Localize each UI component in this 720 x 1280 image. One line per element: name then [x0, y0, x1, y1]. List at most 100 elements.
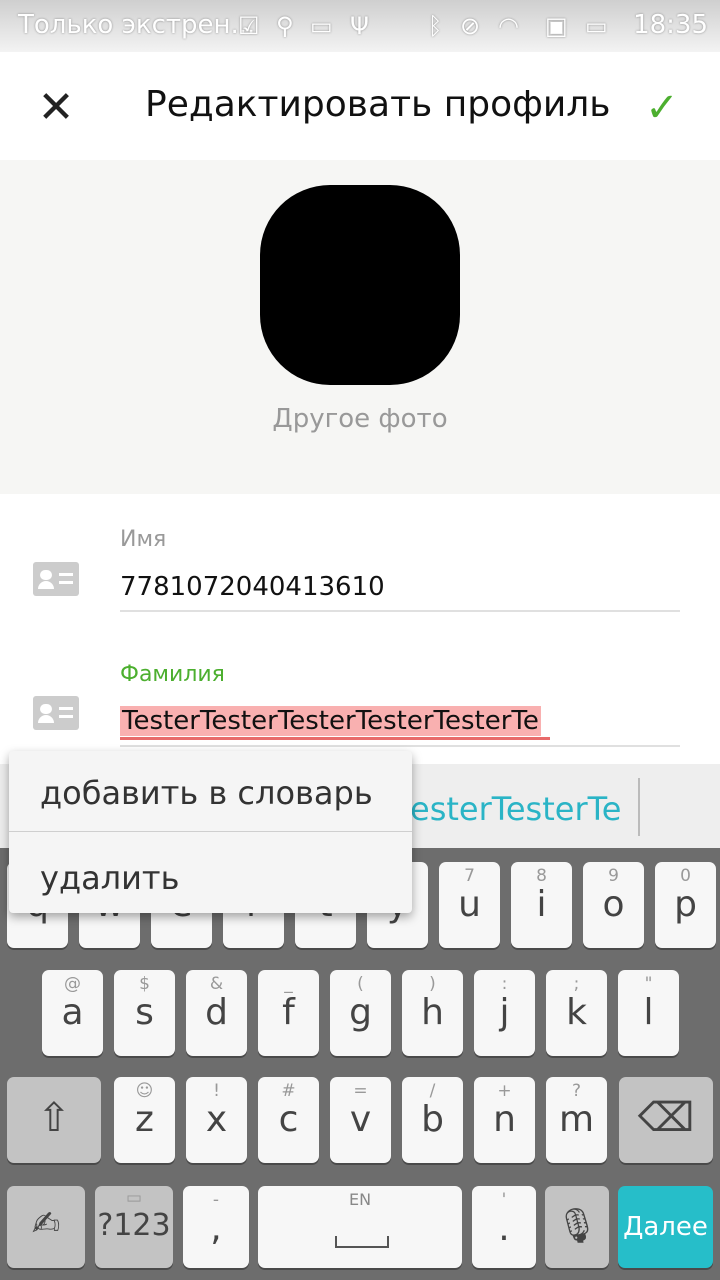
- key-n[interactable]: + n: [474, 1077, 535, 1163]
- avatar[interactable]: [260, 185, 460, 385]
- key-v[interactable]: = v: [330, 1077, 391, 1163]
- key-b[interactable]: / b: [402, 1077, 463, 1163]
- change-photo-button[interactable]: Другое фото: [0, 404, 720, 434]
- battery-icon: ▭: [585, 12, 608, 40]
- surname-field[interactable]: TesterTesterTesterTesterTesterTe: [120, 706, 541, 736]
- key-x[interactable]: ! x: [186, 1077, 247, 1163]
- key-b-sub: /: [429, 1081, 436, 1101]
- contact-card-icon: [33, 696, 79, 730]
- usb-icon: Ψ: [350, 12, 369, 40]
- key-c[interactable]: # c: [258, 1077, 319, 1163]
- bluetooth-icon: ᛒ: [428, 12, 443, 40]
- key-v-label: v: [349, 1099, 372, 1140]
- status-time: 18:35: [633, 10, 708, 40]
- spellcheck-popup-menu: добавить в словарь удалить: [9, 751, 412, 913]
- key-u[interactable]: 7u: [439, 862, 500, 948]
- name-field[interactable]: 7781072040413610: [120, 572, 385, 602]
- key-o[interactable]: 9o: [583, 862, 644, 948]
- key-u-sub: 7: [464, 866, 475, 886]
- key-f[interactable]: _ f: [258, 970, 319, 1056]
- comma-key[interactable]: - ,: [183, 1186, 249, 1268]
- next-button[interactable]: Далее: [618, 1186, 713, 1268]
- space-bar-glyph: [335, 1236, 389, 1248]
- gesture-key[interactable]: ✍: [7, 1186, 85, 1268]
- key-j-sub: :: [501, 974, 508, 994]
- shift-icon: ⇧: [37, 1095, 71, 1141]
- gesture-icon: ✍: [31, 1204, 61, 1244]
- backspace-icon: ⌫: [637, 1095, 695, 1141]
- spellcheck-underline: [120, 737, 550, 740]
- key-n-sub: +: [497, 1081, 512, 1101]
- check-icon[interactable]: ✓: [632, 80, 692, 136]
- mic-key[interactable]: 🎙: [545, 1186, 609, 1268]
- symbols-key[interactable]: ▭ ?123: [95, 1186, 173, 1268]
- emoji-hint-icon: ▭: [125, 1188, 143, 1208]
- surname-label: Фамилия: [120, 662, 225, 687]
- key-s[interactable]: $ s: [114, 970, 175, 1056]
- key-x-label: x: [205, 1099, 228, 1140]
- key-x-sub: !: [213, 1081, 220, 1101]
- space-key-label: EN: [348, 1190, 372, 1209]
- key-c-label: c: [278, 1099, 299, 1140]
- symbols-key-label: ?123: [97, 1208, 171, 1243]
- key-h-sub: ): [429, 974, 436, 994]
- key-k[interactable]: ; k: [546, 970, 607, 1056]
- status-bar: Только экстрен... ☑ ⚲ ▭ Ψ ᛒ ⊘ ◠ ▣ ▭ 18:3…: [0, 0, 720, 52]
- page-title: Редактировать профиль: [145, 84, 611, 125]
- key-z[interactable]: ☺ z: [114, 1077, 175, 1163]
- key-v-sub: =: [353, 1081, 368, 1101]
- key-a-label: a: [61, 992, 84, 1033]
- key-h[interactable]: ) h: [402, 970, 463, 1056]
- key-z-sub: ☺: [135, 1081, 154, 1101]
- key-d[interactable]: & d: [186, 970, 247, 1056]
- mute-icon: ⊘: [460, 12, 481, 40]
- contact-card-icon: [33, 562, 79, 596]
- status-carrier-text: Только экстрен...: [18, 10, 256, 40]
- key-m-sub: ?: [571, 1081, 582, 1101]
- close-icon[interactable]: ✕: [28, 80, 84, 136]
- location-icon: ⚲: [276, 12, 294, 40]
- key-o-label: o: [602, 884, 625, 925]
- key-m[interactable]: ? m: [546, 1077, 607, 1163]
- checkbox-icon: ☑: [238, 12, 260, 40]
- key-s-label: s: [135, 992, 154, 1033]
- key-a[interactable]: @ a: [42, 970, 103, 1056]
- key-u-label: u: [458, 884, 481, 925]
- suggestion-item[interactable]: esterTesterTe: [410, 790, 621, 828]
- key-l-sub: ": [644, 974, 653, 994]
- key-j-label: j: [499, 992, 510, 1033]
- key-p[interactable]: 0p: [655, 862, 716, 948]
- key-i-label: i: [536, 884, 547, 925]
- menu-divider: [9, 831, 412, 832]
- surname-field-underline: [120, 745, 680, 747]
- card-icon: ▭: [310, 12, 333, 40]
- space-key[interactable]: EN: [258, 1186, 462, 1268]
- key-d-label: d: [205, 992, 228, 1033]
- key-k-label: k: [566, 992, 587, 1033]
- menu-item-add-to-dictionary[interactable]: добавить в словарь: [9, 753, 412, 833]
- key-g[interactable]: (g: [330, 970, 391, 1056]
- key-p-label: p: [674, 884, 697, 925]
- key-s-sub: $: [139, 974, 150, 994]
- key-l-label: l: [643, 992, 654, 1033]
- key-a-sub: @: [64, 974, 81, 994]
- key-o-sub: 9: [608, 866, 619, 886]
- name-label: Имя: [120, 527, 167, 552]
- key-c-sub: #: [281, 1081, 296, 1101]
- menu-item-delete[interactable]: удалить: [9, 838, 412, 918]
- key-j[interactable]: :j: [474, 970, 535, 1056]
- period-key[interactable]: ' .: [472, 1186, 536, 1268]
- key-i[interactable]: 8i: [511, 862, 572, 948]
- key-l[interactable]: " l: [618, 970, 679, 1056]
- name-field-underline: [120, 610, 680, 612]
- key-g-sub: (: [357, 974, 364, 994]
- key-h-label: h: [421, 992, 444, 1033]
- wifi-icon: ◠: [498, 12, 519, 40]
- comma-key-label: ,: [210, 1208, 222, 1249]
- shift-key[interactable]: ⇧: [7, 1077, 101, 1163]
- comma-key-sub: -: [212, 1190, 220, 1210]
- backspace-key[interactable]: ⌫: [619, 1077, 713, 1163]
- key-b-label: b: [421, 1099, 444, 1140]
- key-i-sub: 8: [536, 866, 547, 886]
- key-z-label: z: [135, 1099, 154, 1140]
